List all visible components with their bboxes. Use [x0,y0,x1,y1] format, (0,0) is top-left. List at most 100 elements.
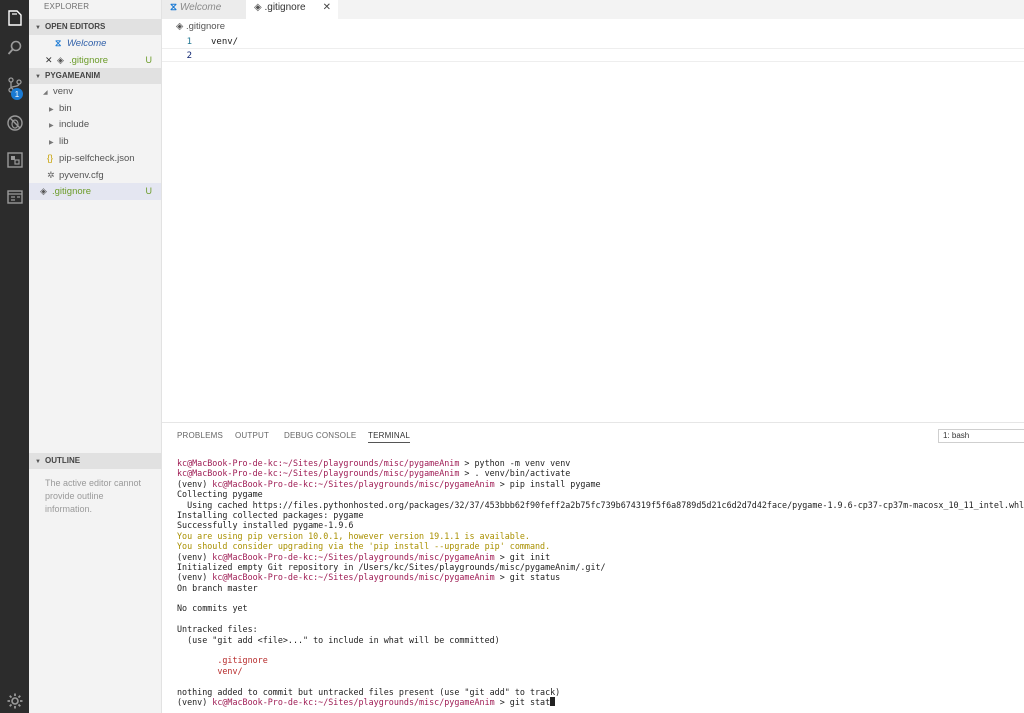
tree-item-include[interactable]: ▶ include [29,117,161,134]
venv-prefix: (venv) [177,551,213,562]
terminal-text: (use "git add <file>..." to include in w… [177,634,500,645]
bottom-panel: PROBLEMS OUTPUT DEBUG CONSOLE TERMINAL 1… [162,422,1024,713]
vscode-icon: ⧖ [55,38,62,48]
tree-item-venv[interactable]: ◢ venv [29,84,161,101]
debug-icon[interactable] [0,108,29,138]
terminal-text: Successfully installed pygame-1.9.6 [177,520,354,531]
shell-prompt: kc@MacBook-Pro-de-kc:~/Sites/playgrounds… [177,468,460,479]
terminal-text: You are using pip version 10.0.1, howeve… [177,530,530,541]
terminal-line: kc@MacBook-Pro-de-kc:~/Sites/playgrounds… [177,468,1024,478]
terminal-line: (venv) kc@MacBook-Pro-de-kc:~/Sites/play… [177,552,1024,562]
terminal-line: (venv) kc@MacBook-Pro-de-kc:~/Sites/play… [177,696,1024,707]
terminal-line: (use "git add <file>..." to include in w… [177,635,1024,645]
shell-prompt: kc@MacBook-Pro-de-kc:~/Sites/playgrounds… [212,478,495,489]
file-settings-icon: ◈ [40,186,47,196]
terminal-text: Untracked files: [177,624,258,635]
outline-message: The active editor cannot provide outline… [45,478,142,514]
terminal-line: Installing collected packages: pygame [177,510,1024,520]
terminal-text: venv/ [177,665,243,676]
chevron-down-icon: ▼ [35,74,41,80]
terminal-text: .gitignore [177,655,268,666]
tab-gitignore[interactable]: ◈ .gitignore ✕ [246,0,338,19]
sidebar-title: EXPLORER [44,2,90,11]
venv-prefix: (venv) [177,572,213,583]
explorer-icon[interactable] [0,3,29,33]
terminal-text: You should consider upgrading via the 'p… [177,541,551,552]
activity-bar: 1 [0,0,29,713]
chevron-right-icon: ▶ [49,106,54,113]
code-line-current[interactable]: 2 [162,48,1024,62]
tab-terminal[interactable]: TERMINAL [368,431,411,443]
untracked-badge: U [145,186,153,196]
untracked-badge: U [145,54,153,65]
venv-prefix: (venv) [177,478,213,489]
terminal-line: On branch master [177,583,1024,593]
open-editor-welcome[interactable]: ⧖ Welcome [29,35,161,52]
open-editors-header[interactable]: ▼ OPEN EDITORS [29,19,161,35]
shell-prompt: kc@MacBook-Pro-de-kc:~/Sites/playgrounds… [212,696,495,707]
tab-debug-console[interactable]: DEBUG CONSOLE [284,431,356,440]
tree-item-pip-selfcheck[interactable]: {} pip-selfcheck.json [29,150,161,167]
terminal-text: > git status [494,572,561,583]
shell-prompt: kc@MacBook-Pro-de-kc:~/Sites/playgrounds… [177,458,460,468]
gear-file-icon: ✲ [47,169,55,180]
tab-output[interactable]: OUTPUT [235,431,269,440]
terminal-text: > . venv/bin/activate [459,468,571,479]
terminal-text: Using cached https://files.pythonhosted.… [177,499,1024,510]
line-text: venv/ [211,37,239,47]
terminal-text: Installing collected packages: pygame [177,509,364,520]
editor-tab-bar: ⧖ Welcome ◈ .gitignore ✕ [162,0,1024,19]
search-icon[interactable] [0,33,29,63]
vscode-icon: ⧖ [170,2,178,13]
remote-explorer-icon[interactable] [0,182,29,212]
terminal-line: No commits yet [177,603,1024,613]
tab-welcome[interactable]: ⧖ Welcome [162,0,246,19]
venv-prefix: (venv) [177,696,213,707]
outline-section: ▼ OUTLINE The active editor cannot provid… [29,453,161,524]
tree-item-lib[interactable]: ▶ lib [29,134,161,151]
explorer-sidebar: EXPLORER ▼ OPEN EDITORS ⧖ Welcome ✕ ◈ .gitig… [29,0,162,713]
terminal-text: > pip install pygame [494,478,601,489]
breadcrumb[interactable]: ◈ .gitignore [176,20,225,34]
terminal-line: (venv) kc@MacBook-Pro-de-kc:~/Sites/play… [177,479,1024,489]
close-icon[interactable]: ✕ [323,0,331,15]
line-number: 2 [186,51,192,61]
chevron-down-icon: ▼ [35,25,41,31]
file-settings-icon: ◈ [254,2,262,13]
tree-item-bin[interactable]: ▶ bin [29,101,161,118]
shell-prompt: kc@MacBook-Pro-de-kc:~/Sites/playgrounds… [212,551,495,562]
gear-icon[interactable] [0,686,29,713]
terminal-text: Initialized empty Git repository in /Use… [177,561,606,572]
chevron-down-icon: ◢ [43,90,48,96]
terminal-text: Collecting pygame [177,489,263,500]
terminal-select[interactable]: 1: bash [938,429,1024,443]
file-settings-icon: ◈ [57,54,64,65]
chevron-down-icon: ▼ [35,459,41,465]
line-number: 1 [186,37,192,47]
terminal-line: Initialized empty Git repository in /Use… [177,562,1024,572]
file-settings-icon: ◈ [176,21,184,32]
terminal-cursor [550,696,556,706]
tree-item-pyvenv[interactable]: ✲ pyvenv.cfg [29,167,161,184]
json-file-icon: {} [47,153,54,163]
outline-header[interactable]: ▼ OUTLINE [29,453,161,469]
scm-count-badge: 1 [11,88,23,100]
close-icon[interactable]: ✕ [45,52,57,69]
code-line[interactable]: 1 venv/ [162,35,1024,49]
terminal-line: venv/ [177,666,1024,676]
extensions-icon[interactable] [0,145,29,175]
terminal-line: Untracked files: [177,624,1024,634]
project-header[interactable]: ▼ PYGAMEANIM [29,68,161,84]
terminal-line: Using cached https://files.pythonhosted.… [177,500,1024,510]
tab-problems[interactable]: PROBLEMS [177,431,223,440]
terminal-text: No commits yet [177,603,248,614]
tree-item-gitignore[interactable]: ◈ .gitignore U [29,183,161,200]
terminal-line: .gitignore [177,655,1024,665]
terminal-output[interactable]: kc@MacBook-Pro-de-kc:~/Sites/playgrounds… [177,458,1024,707]
terminal-text: > git init [494,551,551,562]
open-editor-gitignore[interactable]: ✕ ◈ .gitignore U [29,52,161,69]
